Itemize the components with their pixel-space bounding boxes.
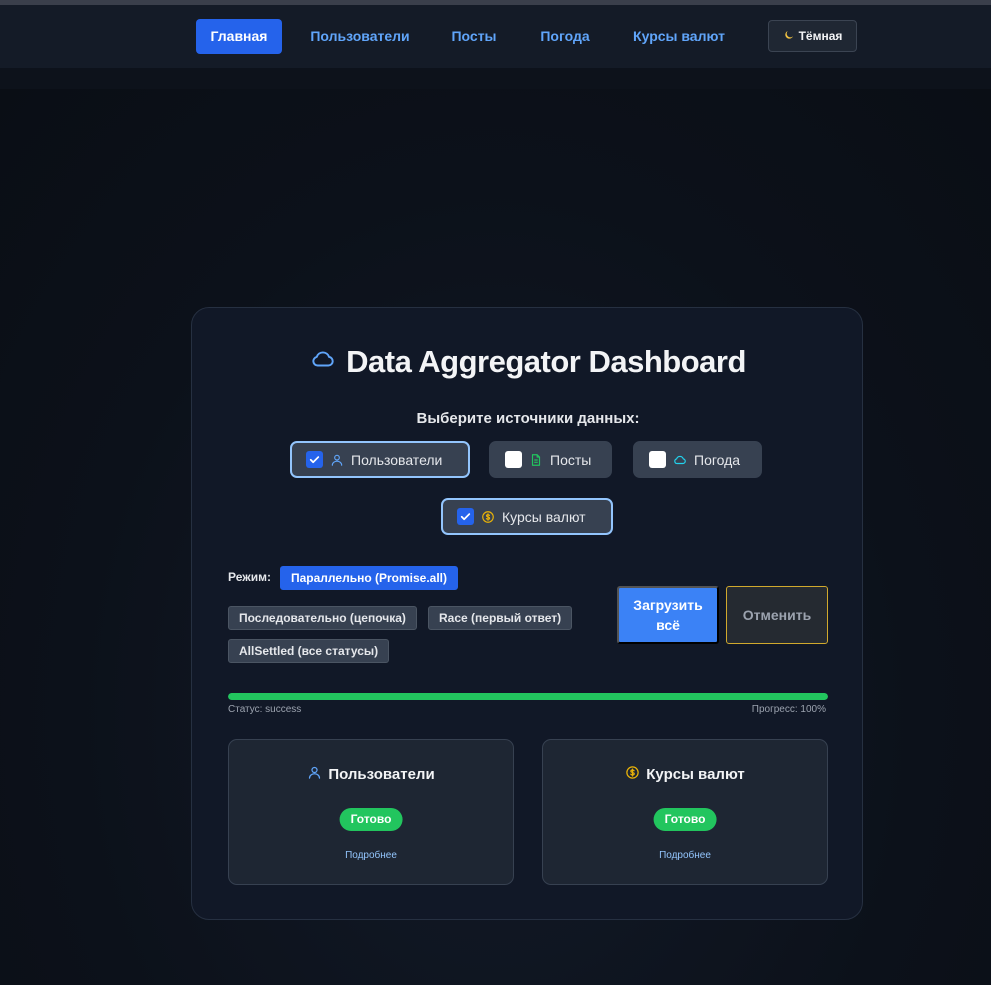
source-users-checkbox[interactable] <box>306 451 323 468</box>
source-users[interactable]: Пользователи <box>290 441 470 478</box>
nav-currency[interactable]: Курсы валют <box>624 19 734 54</box>
page-title-text: Data Aggregator Dashboard <box>346 344 746 379</box>
result-card-title: Пользователи <box>229 765 513 784</box>
result-card-title-text: Курсы валют <box>646 766 745 783</box>
mode-race-button[interactable]: Race (первый ответ) <box>428 606 573 630</box>
source-currency[interactable]: Курсы валют <box>441 498 613 535</box>
source-users-label: Пользователи <box>351 451 443 468</box>
cloud-icon <box>310 344 336 380</box>
source-weather-checkbox[interactable] <box>649 451 666 468</box>
details-link[interactable]: Подробнее <box>229 850 513 861</box>
result-card-title: Курсы валют <box>543 765 827 784</box>
source-weather[interactable]: Погода <box>633 441 762 478</box>
load-all-button[interactable]: Загрузить всё <box>617 586 719 644</box>
result-card-title-text: Пользователи <box>328 766 435 783</box>
document-icon <box>529 453 543 467</box>
status-text: Статус: success <box>228 704 302 715</box>
status-badge: Готово <box>339 808 403 831</box>
user-icon <box>330 453 344 467</box>
cancel-button[interactable]: Отменить <box>726 586 828 644</box>
user-icon <box>307 765 322 784</box>
dashboard-card: Data Aggregator Dashboard Выберите источ… <box>191 307 863 920</box>
nav-weather[interactable]: Погода <box>530 19 600 54</box>
source-posts-label: Посты <box>550 451 592 468</box>
dollar-coin-icon <box>481 510 495 524</box>
status-badge: Готово <box>653 808 717 831</box>
source-weather-label: Погода <box>694 451 741 468</box>
theme-toggle-label: Тёмная <box>798 29 843 43</box>
top-navbar: Главная Пользователи Посты Погода Курсы … <box>0 5 991 68</box>
source-posts[interactable]: Посты <box>489 441 612 478</box>
mode-sequential-button[interactable]: Последовательно (цепочка) <box>228 606 417 630</box>
theme-toggle-button[interactable]: Тёмная <box>768 20 857 52</box>
navbar-shadow <box>0 68 991 89</box>
progress-bar <box>228 693 828 700</box>
source-currency-checkbox[interactable] <box>457 508 474 525</box>
source-posts-checkbox[interactable] <box>505 451 522 468</box>
source-currency-label: Курсы валют <box>502 508 586 525</box>
nav-users[interactable]: Пользователи <box>300 19 420 54</box>
moon-icon <box>783 29 795 44</box>
nav-home[interactable]: Главная <box>196 19 282 54</box>
progress-text: Прогресс: 100% <box>751 704 826 715</box>
cloud-icon <box>673 453 687 467</box>
mode-label: Режим: <box>228 570 271 584</box>
nav-posts[interactable]: Посты <box>442 19 506 54</box>
progress-bar-fill <box>228 693 828 700</box>
result-card-currency: Курсы валют Готово Подробнее <box>542 739 828 885</box>
sources-heading: Выберите источники данных: <box>416 410 640 427</box>
dollar-coin-icon <box>625 765 640 784</box>
mode-parallel-button[interactable]: Параллельно (Promise.all) <box>280 566 458 590</box>
mode-allsettled-button[interactable]: AllSettled (все статусы) <box>228 639 390 663</box>
result-card-users: Пользователи Готово Подробнее <box>228 739 514 885</box>
details-link[interactable]: Подробнее <box>543 850 827 861</box>
page-title: Data Aggregator Dashboard <box>192 344 864 380</box>
